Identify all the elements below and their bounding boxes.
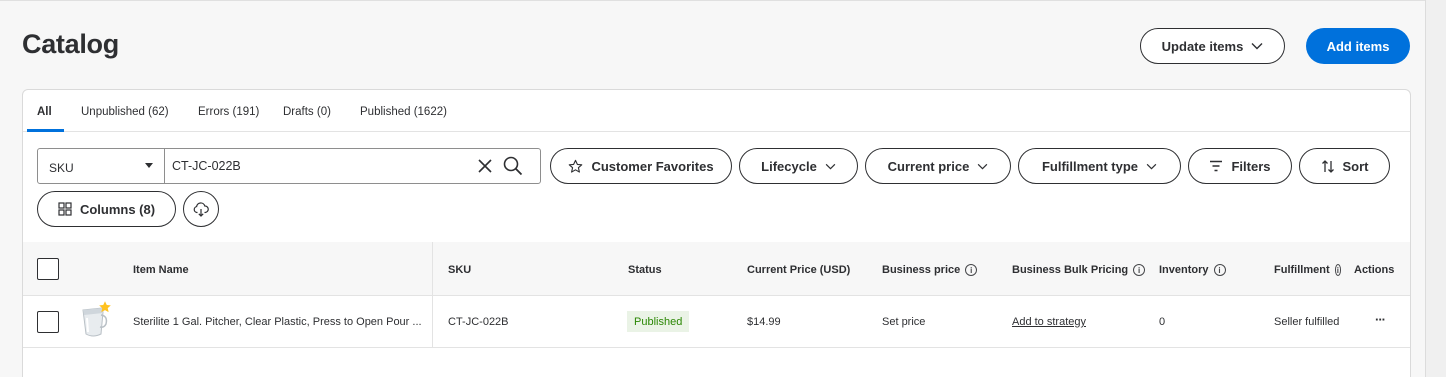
filters-label: Filters [1231, 158, 1271, 174]
info-icon[interactable]: i [1213, 264, 1226, 276]
sort-label: Sort [1342, 158, 1369, 174]
fulfillment-type-label: Fulfillment type [1041, 158, 1139, 174]
info-icon[interactable]: i [1334, 264, 1341, 276]
row-checkbox[interactable] [37, 311, 59, 333]
header-item-name[interactable]: Item Name [133, 264, 189, 276]
header-business-bulk-pricing-label: Business Bulk Pricing [1012, 264, 1129, 276]
add-to-strategy-link[interactable]: Add to strategy [1012, 316, 1086, 328]
filters-button[interactable]: Filters [1188, 148, 1292, 184]
customer-favorites-filter[interactable]: Customer Favorites [550, 148, 732, 184]
cloud-download-icon [193, 201, 209, 217]
star-icon [569, 159, 583, 173]
table-row[interactable]: Sterilite 1 Gal. Pitcher, Clear Plastic,… [23, 296, 1410, 348]
fulfillment-cell: Seller fulfilled [1274, 316, 1340, 328]
window-edge [1425, 0, 1446, 377]
header-inventory[interactable]: Inventory i [1159, 264, 1226, 276]
columns-button[interactable]: Columns (8) [37, 191, 176, 227]
add-items-button[interactable]: Add items [1306, 28, 1410, 64]
grid-icon [58, 202, 72, 216]
header-item-name-label: Item Name [133, 264, 189, 276]
select-all-checkbox[interactable] [37, 258, 59, 280]
header-actions: Actions [1354, 264, 1394, 276]
active-tab-indicator [27, 129, 64, 132]
header-fulfillment-label: Fulfillment [1274, 264, 1330, 276]
header-business-price[interactable]: Business price i [882, 264, 978, 276]
tab-unpublished[interactable]: Unpublished (62) [81, 106, 169, 118]
header-actions-label: Actions [1354, 264, 1395, 276]
filter-icon [1210, 160, 1223, 172]
tab-errors[interactable]: Errors (191) [198, 106, 259, 118]
clear-icon[interactable] [477, 158, 493, 174]
chevron-down-icon [825, 163, 836, 170]
current-price-filter[interactable]: Current price [865, 148, 1011, 184]
set-price-link[interactable]: Set price [882, 316, 925, 328]
product-thumbnail[interactable] [80, 301, 112, 340]
download-button[interactable] [183, 191, 219, 227]
current-price-label: Current price [887, 158, 970, 174]
tab-drafts[interactable]: Drafts (0) [283, 106, 331, 118]
search-field-select-value: SKU [49, 161, 74, 175]
chevron-down-icon [1251, 43, 1263, 50]
info-icon[interactable]: i [965, 264, 978, 276]
customer-favorites-label: Customer Favorites [591, 158, 714, 174]
status-tabs: All Unpublished (62) Errors (191) Drafts… [23, 90, 1410, 132]
header-current-price-label: Current Price (USD) [747, 264, 851, 276]
columns-label: Columns (8) [79, 201, 156, 217]
row-actions-menu[interactable]: ··· [1375, 312, 1386, 327]
header-status-label: Status [628, 264, 662, 276]
header-fulfillment[interactable]: Fulfillment i [1274, 264, 1341, 276]
header-status[interactable]: Status [628, 264, 662, 276]
page-title: Catalog [22, 29, 119, 59]
caret-down-icon [145, 163, 153, 168]
sku-cell: CT-JC-022B [448, 316, 509, 328]
chevron-down-icon [978, 163, 988, 170]
search-bar: SKU CT-JC-022B [37, 148, 541, 184]
update-items-button[interactable]: Update items [1140, 28, 1285, 64]
search-icon[interactable] [503, 156, 523, 176]
sort-button[interactable]: Sort [1299, 148, 1390, 184]
lifecycle-label: Lifecycle [761, 158, 817, 174]
table-header: Item Name SKU Status Current Price (USD)… [23, 242, 1410, 296]
lifecycle-filter[interactable]: Lifecycle [739, 148, 858, 184]
header-inventory-label: Inventory [1159, 264, 1209, 276]
tab-all[interactable]: All [37, 106, 52, 118]
item-name-link[interactable]: Sterilite 1 Gal. Pitcher, Clear Plastic,… [133, 316, 423, 328]
sort-icon [1321, 159, 1334, 173]
chevron-down-icon [1146, 163, 1157, 170]
catalog-page: Catalog Update items Add items All Unpub… [0, 0, 1425, 377]
update-items-label: Update items [1161, 38, 1244, 54]
favorite-star-icon [99, 301, 111, 313]
header-sku-label: SKU [448, 264, 472, 276]
catalog-card: All Unpublished (62) Errors (191) Drafts… [22, 89, 1411, 377]
header-current-price[interactable]: Current Price (USD) [747, 264, 850, 276]
info-icon[interactable]: i [1133, 264, 1146, 276]
search-input[interactable]: CT-JC-022B [172, 159, 241, 173]
header-business-price-label: Business price [882, 264, 961, 276]
inventory-cell[interactable]: 0 [1159, 316, 1165, 328]
header-sku[interactable]: SKU [448, 264, 471, 276]
tab-published[interactable]: Published (1622) [360, 106, 447, 118]
current-price-cell: $14.99 [747, 316, 781, 328]
status-badge: Published [627, 311, 690, 332]
header-business-bulk-pricing[interactable]: Business Bulk Pricing i [1012, 264, 1146, 276]
fulfillment-type-filter[interactable]: Fulfillment type [1018, 148, 1181, 184]
search-field-select[interactable]: SKU [38, 149, 165, 183]
